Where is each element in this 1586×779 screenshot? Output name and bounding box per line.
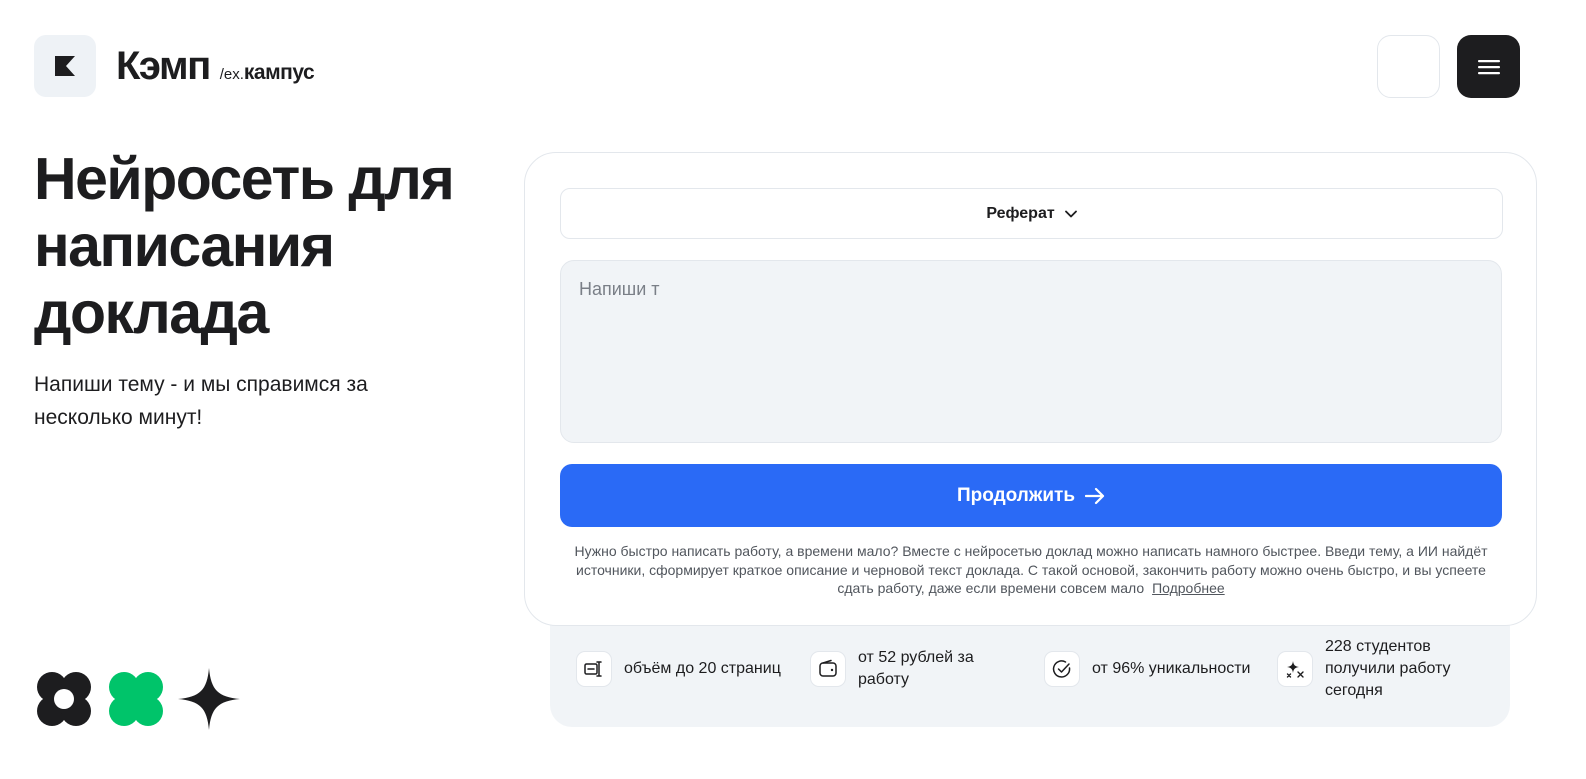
work-type-select[interactable]: Реферат [560,188,1503,239]
continue-button-label: Продолжить [956,484,1076,506]
description-body: Нужно быстро написать работу, а времени … [574,543,1488,596]
more-link[interactable]: Подробнее [1152,580,1225,596]
wallet-icon [810,651,846,687]
feature-item: 228 студентов получили работу сегодня [1277,626,1465,712]
check-circle-icon [1044,651,1080,687]
brand-ex-prefix: /ex. [219,66,244,83]
feature-text: от 96% уникальности [1092,660,1251,677]
feature-text: объём до 20 страниц [624,660,781,677]
menu-button[interactable] [1457,35,1520,98]
header-action-button[interactable] [1377,35,1440,98]
k-logo-icon [55,56,75,76]
feature-text: 228 студентов получили работу сегодня [1325,638,1451,699]
feature-item: от 96% уникальности [1044,626,1262,712]
description-text: Нужно быстро написать работу, а времени … [560,542,1502,598]
text-cursor-icon [576,651,612,687]
generator-card: Реферат Продолжить Нужно быстро написать… [524,152,1537,626]
work-type-selected: Реферат [986,204,1055,222]
continue-button[interactable]: Продолжить [560,464,1502,527]
black-star-icon [178,668,240,730]
brand-ex-name: кампус [243,61,315,84]
page-subtitle: Напиши тему - и мы справимся за нескольк… [34,373,368,429]
brand-name: Кэмп [116,44,211,88]
black-flower-icon [37,672,91,726]
decorative-shapes [34,668,240,730]
chevron-down-icon [1064,210,1077,217]
hamburger-menu-icon [1477,59,1500,74]
feature-item: от 52 рублей за работу [810,626,998,712]
topic-input[interactable] [560,260,1502,443]
arrow-right-icon [1085,487,1105,504]
logo[interactable] [34,35,96,97]
sparkles-icon [1277,651,1313,687]
green-clover-icon [109,672,163,726]
page-title: Нейросеть для написания доклада [34,146,455,346]
feature-text: от 52 рублей за работу [858,649,974,688]
feature-item: объём до 20 страниц [576,626,794,712]
brand[interactable]: Кэмп /ex. кампус [116,44,315,89]
